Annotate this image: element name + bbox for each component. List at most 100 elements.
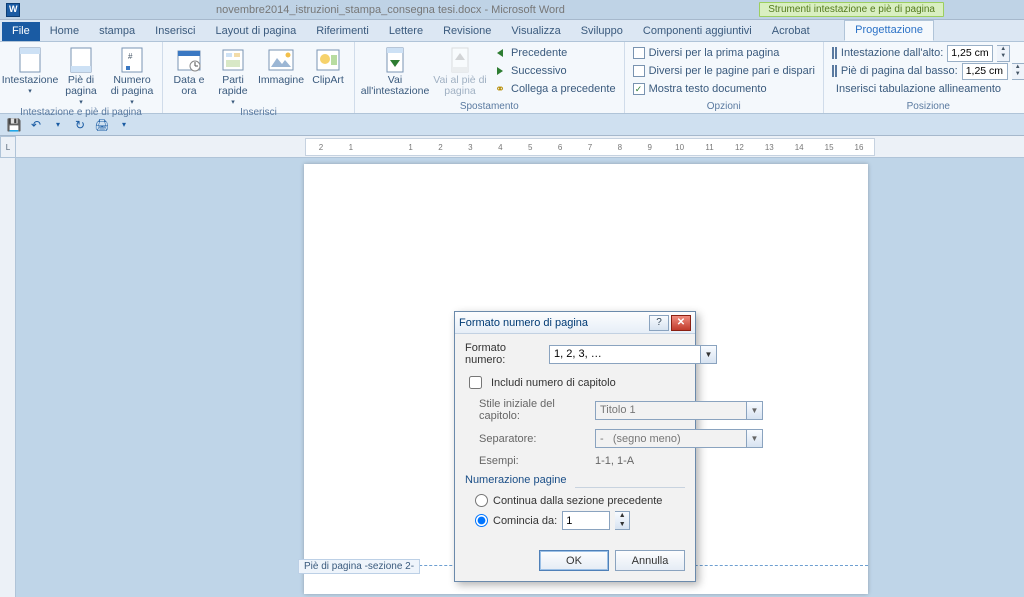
print-preview-button[interactable]: 🖨	[94, 117, 110, 133]
goto-header-icon	[380, 46, 410, 74]
tab-stampa[interactable]: stampa	[89, 22, 145, 41]
stepper[interactable]: ▲▼	[1012, 63, 1024, 80]
image-button[interactable]: Immagine	[257, 44, 305, 86]
next-section-button[interactable]: Successivo	[491, 62, 618, 80]
tab-progettazione[interactable]: Progettazione	[844, 20, 934, 41]
help-button[interactable]: ?	[649, 315, 669, 331]
tab-lettere[interactable]: Lettere	[379, 22, 433, 41]
checkbox-icon: ✓	[633, 65, 645, 77]
goto-footer-label: Vai al piè di pagina	[432, 75, 488, 97]
footer-label: Piè di pagina	[57, 75, 105, 97]
insert-alignment-tab-button[interactable]: Inserisci tabulazione allineamento	[830, 80, 1024, 98]
show-doc-text-check[interactable]: ✓ Mostra testo documento	[631, 80, 817, 98]
different-oddeven-check[interactable]: ✓ Diversi per le pagine pari e dispari	[631, 62, 817, 80]
redo-button[interactable]: ↻	[72, 117, 88, 133]
number-format-combo[interactable]: ▼	[549, 345, 717, 364]
header-button[interactable]: Intestazione ▾	[6, 44, 54, 95]
tab-acrobat[interactable]: Acrobat	[762, 22, 820, 41]
goto-footer-button: Vai al piè di pagina	[432, 44, 488, 97]
link-label: Collega a precedente	[511, 83, 616, 95]
group-insert: Data e ora Parti rapide ▾ Immagine Clip	[163, 42, 355, 113]
ruler-corner[interactable]: L	[0, 136, 16, 158]
group-header-footer: Intestazione ▾ Piè di pagina ▾ # Numero …	[0, 42, 163, 113]
radio-input[interactable]	[475, 494, 488, 507]
tab-visualizza[interactable]: Visualizza	[501, 22, 570, 41]
customize-qat-dropdown[interactable]: ▾	[116, 117, 132, 133]
start-at-label: Comincia da:	[493, 515, 557, 527]
chapter-style-label: Stile iniziale del capitolo:	[479, 398, 589, 422]
footer-from-bottom-input[interactable]	[962, 63, 1008, 80]
include-chapter-checkbox[interactable]	[469, 376, 482, 389]
tab-revisione[interactable]: Revisione	[433, 22, 501, 41]
separator-value	[595, 429, 746, 448]
chevron-down-icon: ▼	[746, 401, 763, 420]
svg-text:#: #	[128, 52, 133, 61]
footer-from-bottom-row: Piè di pagina dal basso: ▲▼	[830, 62, 1024, 80]
tab-componenti[interactable]: Componenti aggiuntivi	[633, 22, 762, 41]
document-title: novembre2014_istruzioni_stampa_consegna …	[216, 4, 565, 16]
clipart-button[interactable]: ClipArt	[308, 44, 348, 86]
separator-label: Separatore:	[479, 433, 589, 445]
header-from-top-label: Intestazione dall'alto:	[841, 47, 943, 59]
number-format-label: Formato numero:	[465, 342, 543, 366]
cancel-button[interactable]: Annulla	[615, 550, 685, 571]
chevron-up-icon: ▲	[1012, 64, 1024, 72]
image-label: Immagine	[258, 75, 304, 86]
group-label: Inserisci	[169, 106, 348, 119]
page-number-format-dialog: Formato numero di pagina ? ✕ Formato num…	[454, 311, 696, 582]
tab-home[interactable]: Home	[40, 22, 89, 41]
include-chapter-label: Includi numero di capitolo	[491, 377, 616, 389]
dialog-title-text: Formato numero di pagina	[459, 317, 588, 329]
chevron-down-icon: ▼	[997, 53, 1009, 61]
footer-button[interactable]: Piè di pagina ▾	[57, 44, 105, 106]
tab-riferimenti[interactable]: Riferimenti	[306, 22, 379, 41]
different-oddeven-label: Diversi per le pagine pari e dispari	[649, 65, 815, 77]
quickparts-button[interactable]: Parti rapide ▾	[212, 44, 254, 106]
document-viewport: L 2112345678910111213141516 Piè di pagin…	[0, 136, 1024, 597]
datetime-button[interactable]: Data e ora	[169, 44, 209, 97]
stepper[interactable]: ▲▼	[997, 45, 1010, 62]
start-at-radio[interactable]: Comincia da: ▲▼	[475, 511, 685, 530]
number-format-value[interactable]	[549, 345, 700, 364]
legend-divider	[575, 487, 685, 488]
contextual-tool-chip: Strumenti intestazione e piè di pagina	[759, 2, 944, 17]
close-dialog-button[interactable]: ✕	[671, 315, 691, 331]
tab-sviluppo[interactable]: Sviluppo	[571, 22, 633, 41]
page-number-label: Numero di pagina	[108, 75, 156, 97]
chevron-down-icon[interactable]: ▼	[700, 345, 717, 364]
tab-file[interactable]: File	[2, 22, 40, 41]
checkbox-checked-icon: ✓	[633, 83, 645, 95]
different-first-page-check[interactable]: ✓ Diversi per la prima pagina	[631, 44, 817, 62]
clipart-icon	[313, 46, 343, 74]
dropdown-caret-icon: ▾	[79, 98, 83, 106]
header-from-top-input[interactable]	[947, 45, 993, 62]
ok-button[interactable]: OK	[539, 550, 609, 571]
group-label: Opzioni	[631, 100, 817, 113]
undo-button[interactable]: ↶	[28, 117, 44, 133]
dropdown-caret-icon: ▾	[231, 98, 235, 106]
continue-from-previous-radio[interactable]: Continua dalla sezione precedente	[475, 494, 685, 507]
tab-inserisci[interactable]: Inserisci	[145, 22, 205, 41]
header-distance-icon	[832, 47, 837, 59]
group-navigation: Vai all'intestazione Vai al piè di pagin…	[355, 42, 625, 113]
ruler-vertical[interactable]	[0, 158, 16, 597]
group-label: Posizione	[830, 100, 1024, 113]
save-button[interactable]: 💾	[6, 117, 22, 133]
next-icon	[493, 64, 507, 78]
ruler-horizontal[interactable]: 2112345678910111213141516	[16, 136, 1024, 158]
undo-dropdown[interactable]: ▾	[50, 117, 66, 133]
header-icon	[15, 46, 45, 74]
link-previous-button[interactable]: ⚭ Collega a precedente	[491, 80, 618, 98]
goto-header-button[interactable]: Vai all'intestazione	[361, 44, 429, 97]
start-at-input[interactable]	[562, 511, 610, 530]
previous-icon	[493, 46, 507, 60]
page-number-button[interactable]: # Numero di pagina ▾	[108, 44, 156, 106]
start-at-stepper[interactable]: ▲▼	[615, 511, 630, 530]
dialog-titlebar[interactable]: Formato numero di pagina ? ✕	[455, 312, 695, 334]
tab-layout[interactable]: Layout di pagina	[206, 22, 307, 41]
continue-from-previous-label: Continua dalla sezione precedente	[493, 495, 662, 507]
dropdown-caret-icon: ▾	[28, 87, 32, 95]
radio-input[interactable]	[475, 514, 488, 527]
previous-section-button[interactable]: Precedente	[491, 44, 618, 62]
datetime-label: Data e ora	[169, 75, 209, 97]
